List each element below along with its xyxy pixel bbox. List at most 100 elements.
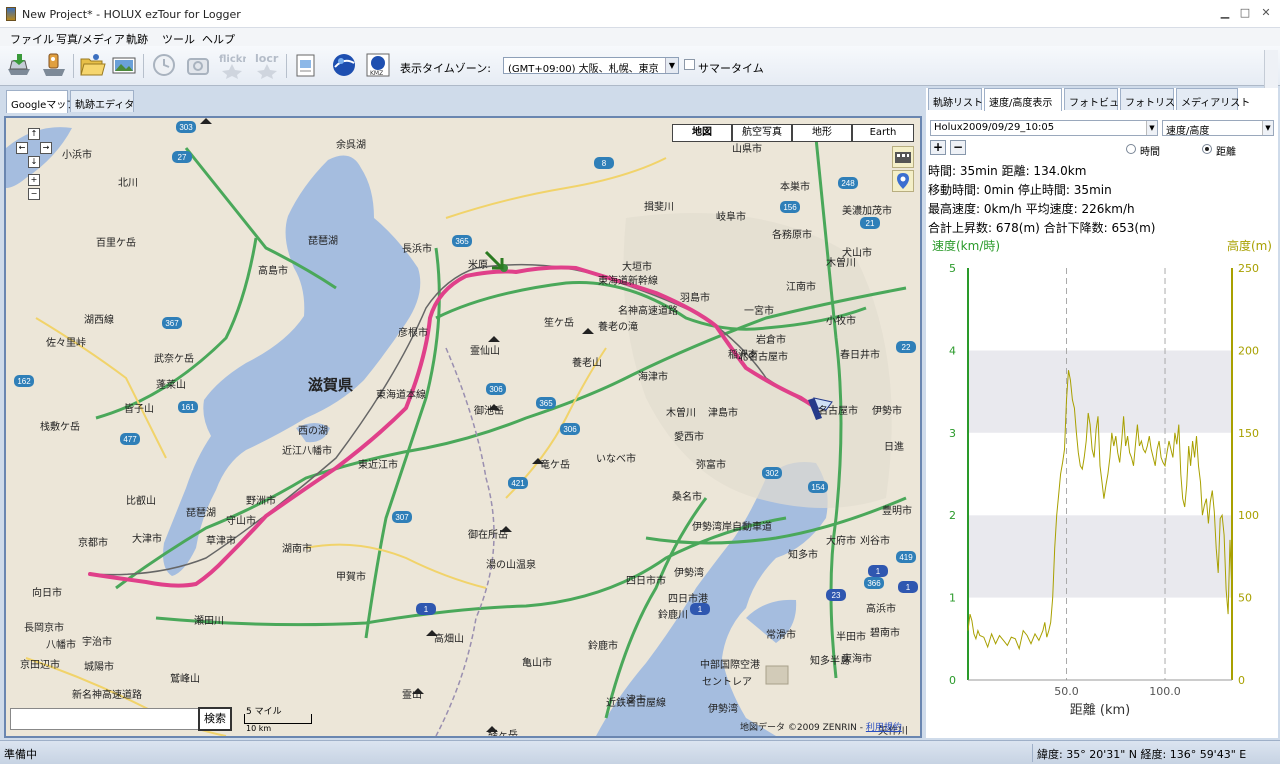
pan-down-button[interactable]: ↓ [28, 156, 40, 168]
airport-island [765, 665, 789, 685]
speed-altitude-chart[interactable]: 速度(km/時) 高度(m)距離 (km)01234505010015020025… [926, 234, 1276, 734]
map-label: 皆子山 [124, 403, 154, 415]
map-label: セントレア [702, 676, 752, 688]
gps-device-icon[interactable] [40, 51, 68, 79]
map-label: 亀山市 [522, 656, 552, 669]
menu-photo-media[interactable]: 写真/メディア [56, 31, 125, 47]
road-shield-label: 27 [178, 153, 187, 162]
mode-select[interactable]: 速度/高度 ▼ [1162, 120, 1274, 137]
chart-band [968, 515, 1232, 598]
map-label: 近鉄名古屋線 [606, 696, 666, 709]
x-axis-distance-radio[interactable] [1202, 144, 1212, 154]
status-bar: 準備中 緯度: 35° 20'31" N 経度: 136° 59'43" E [0, 740, 1280, 764]
tab-speed-altitude[interactable]: 速度/高度表示 [984, 88, 1062, 111]
tab-media-list[interactable]: メディアリスト [1176, 88, 1250, 110]
kmz-icon[interactable]: KMZ [364, 51, 392, 79]
tab-google-map[interactable]: Googleマップ [6, 90, 76, 113]
tab-photo-list[interactable]: フォトリスト [1120, 88, 1185, 110]
map-label: 大府市 [826, 534, 856, 547]
road-shield-label: 307 [395, 513, 409, 522]
map-label: 弥富市 [696, 458, 726, 471]
dst-checkbox[interactable] [684, 59, 695, 70]
road-shield-label: 303 [179, 123, 193, 132]
x-axis-time-radio[interactable] [1126, 144, 1136, 154]
close-button[interactable]: ✕ [1259, 6, 1273, 20]
menu-file[interactable]: ファイル [10, 31, 54, 47]
app-icon [6, 7, 16, 21]
zoom-out-button[interactable]: − [28, 188, 40, 200]
map-search-input[interactable] [10, 708, 202, 730]
map-label: 蓬莱山 [156, 379, 186, 391]
chart-zoom-out-button[interactable]: − [950, 140, 966, 155]
road-shield-label: 421 [511, 479, 525, 488]
track-select[interactable]: Holux2009/09/29_10:05 ▼ [930, 120, 1158, 136]
maptype-map-button[interactable]: 地図 [672, 124, 732, 142]
road-shield-label: 1 [424, 605, 429, 614]
clock-icon[interactable] [150, 51, 178, 79]
menu-tools[interactable]: ツール [162, 31, 195, 47]
terms-link[interactable]: 利用規約 [866, 723, 902, 733]
maptype-satellite-button[interactable]: 航空写真 [732, 124, 792, 142]
pan-up-button[interactable]: ↑ [28, 128, 40, 140]
road-shield-label: 8 [602, 159, 607, 168]
maptype-terrain-button[interactable]: 地形 [792, 124, 852, 142]
map-label: 養老山 [572, 356, 602, 369]
locr-icon[interactable]: locr [253, 51, 281, 79]
chart-band [968, 597, 1232, 680]
map-label: 長浜市 [402, 242, 432, 255]
maximize-button[interactable]: □ [1238, 6, 1252, 20]
dst-label: サマータイム [698, 62, 764, 75]
map-label: 江南市 [786, 280, 816, 293]
road-shield-label: 477 [123, 435, 137, 444]
chevron-down-icon[interactable]: ▼ [1262, 121, 1273, 135]
open-folder-icon[interactable] [78, 51, 106, 79]
map-label: 知多市 [788, 548, 818, 561]
google-map[interactable]: 小浜市 余呉湖 北川 琵琶湖 長浜市 米原 東海道新幹線 名神高速道路 大垣市 羽島市 一宮市 岩倉市… [4, 116, 922, 738]
right-tick-label: 250 [1238, 262, 1259, 275]
map-label: 彦根市 [398, 326, 428, 339]
map-label: 湖南市 [282, 542, 312, 555]
map-pin-icon[interactable] [892, 170, 914, 192]
map-label: 愛西市 [674, 430, 704, 443]
flickr-icon[interactable]: flickr [218, 51, 247, 79]
tab-track-list[interactable]: 軌跡リスト [928, 88, 983, 110]
chart-zoom-in-button[interactable]: + [930, 140, 946, 155]
export-file-icon[interactable] [292, 51, 320, 79]
map-label: 宇治市 [82, 635, 112, 648]
photo-icon[interactable] [110, 51, 138, 79]
timezone-label: 表示タイムゾーン: [400, 62, 491, 75]
pan-right-button[interactable]: → [40, 142, 52, 154]
google-earth-icon[interactable] [330, 51, 358, 79]
minimize-button[interactable]: ▁ [1218, 6, 1232, 20]
maptype-earth-button[interactable]: Earth [852, 124, 914, 142]
menu-help[interactable]: ヘルプ [202, 31, 235, 47]
pan-left-button[interactable]: ← [16, 142, 28, 154]
map-label: 守山市 [226, 514, 256, 527]
film-strip-icon[interactable] [892, 146, 914, 168]
map-search-button[interactable]: 検索 [198, 707, 232, 731]
chevron-down-icon[interactable]: ▼ [1146, 121, 1157, 135]
map-label: 佐々里峠 [46, 337, 86, 349]
road-shield-label: 365 [455, 237, 469, 246]
chevron-down-icon[interactable]: ▼ [665, 58, 678, 73]
tab-photo-view[interactable]: フォトビュー [1064, 88, 1129, 110]
map-label: 御池岳 [474, 404, 504, 417]
menu-track[interactable]: 軌跡 [126, 31, 148, 47]
import-gps-icon[interactable] [5, 51, 33, 79]
map-label: 鷲峰山 [170, 672, 200, 685]
map-label: 湯の山温泉 [486, 558, 536, 571]
zoom-in-button[interactable]: + [28, 174, 40, 186]
road-shield-label: 365 [539, 399, 553, 408]
map-label: 小浜市 [62, 148, 92, 161]
timezone-select[interactable]: (GMT+09:00) 大阪、札幌、東京 ▼ [503, 57, 679, 74]
map-label: 高浜市 [866, 602, 896, 615]
map-label: 常滑市 [766, 628, 796, 641]
x-axis-title: 距離 (km) [1070, 703, 1130, 718]
map-label: 瀬田川 [194, 615, 224, 627]
left-tick-label: 2 [949, 509, 956, 522]
tab-track-editor[interactable]: 軌跡エディタ [70, 90, 134, 112]
map-label: 鈴鹿市 [588, 639, 618, 652]
camera-icon[interactable] [184, 51, 212, 79]
x-tick-label: 100.0 [1149, 685, 1181, 698]
map-label: 武奈ケ岳 [154, 352, 194, 365]
